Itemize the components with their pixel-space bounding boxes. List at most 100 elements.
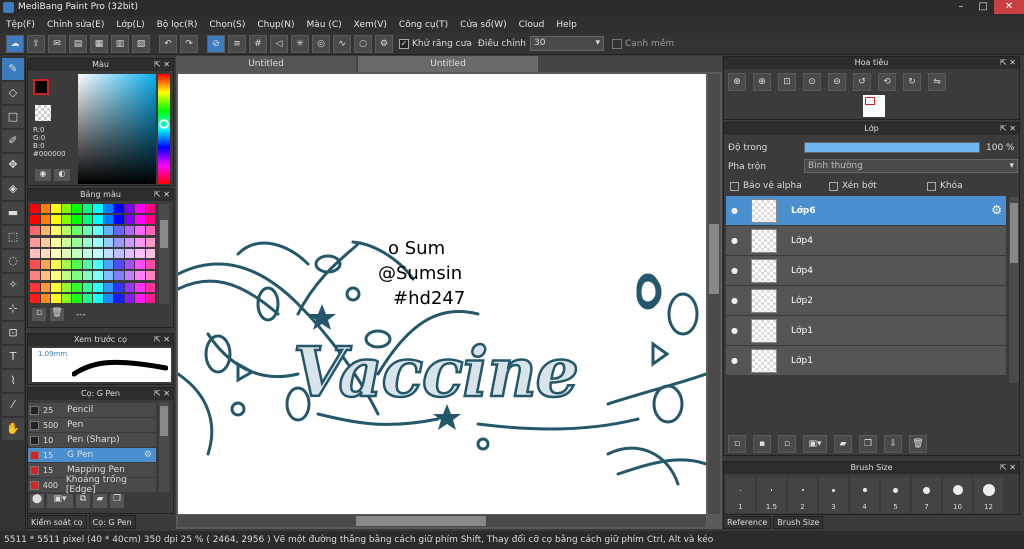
palette-swatch[interactable]: [72, 260, 82, 270]
undo-icon[interactable]: ↶: [159, 34, 177, 53]
divide-icon[interactable]: ⌇: [2, 370, 24, 392]
palette-swatch[interactable]: [61, 215, 71, 225]
new-layer-menu-icon[interactable]: ▣▾: [803, 435, 827, 453]
palette-swatch[interactable]: [51, 248, 61, 258]
protect-alpha-option[interactable]: Bảo vệ alpha: [730, 181, 802, 191]
menu-help[interactable]: Help: [556, 20, 577, 30]
palette-swatch[interactable]: [40, 215, 50, 225]
palette-swatch[interactable]: [145, 226, 155, 236]
palette-swatch[interactable]: [124, 226, 134, 236]
palette-swatch[interactable]: [103, 260, 113, 270]
transparent-swatch[interactable]: [35, 105, 51, 121]
rotate-reset-icon[interactable]: ⟲: [878, 73, 896, 91]
palette-swatch[interactable]: [145, 248, 155, 258]
palette-swatch[interactable]: [40, 248, 50, 258]
page-icon[interactable]: ▤: [69, 34, 87, 53]
zoom-fit-icon[interactable]: ⊕: [728, 73, 746, 91]
palette-swatch[interactable]: [124, 260, 134, 270]
cloud-icon[interactable]: ☁: [6, 34, 24, 53]
minimize-button[interactable]: –: [950, 0, 972, 14]
palette-add-icon[interactable]: ◉: [35, 169, 51, 181]
zoom-actual-icon[interactable]: ⊡: [778, 73, 796, 91]
menu-file[interactable]: Tệp(F): [6, 20, 35, 30]
palette-swatch[interactable]: [135, 215, 145, 225]
eraser-icon[interactable]: ◇: [2, 82, 24, 104]
hue-slider[interactable]: [158, 74, 170, 184]
primary-color-swatch[interactable]: [33, 79, 49, 95]
palette-swatch[interactable]: [124, 215, 134, 225]
close-icon[interactable]: ⇱ ✕: [154, 59, 170, 71]
select-eraser-icon[interactable]: ⊡: [2, 322, 24, 344]
lock-option[interactable]: Khóa: [927, 181, 963, 191]
snap-parallel-icon[interactable]: ≡: [228, 34, 246, 53]
folder-icon[interactable]: ▰: [834, 435, 852, 453]
new-8bit-layer-icon[interactable]: ▪: [753, 435, 771, 453]
tab-untitled-1[interactable]: Untitled: [176, 56, 356, 72]
move-icon[interactable]: ✥: [2, 154, 24, 176]
close-icon[interactable]: ⇱ ✕: [154, 388, 170, 400]
palette-swatch[interactable]: [30, 215, 40, 225]
palette-swatch[interactable]: [93, 260, 103, 270]
maximize-button[interactable]: □: [972, 0, 994, 14]
grid-icon[interactable]: ▥: [111, 34, 129, 53]
snap-circle-icon[interactable]: ◎: [312, 34, 330, 53]
palette-swatch[interactable]: [51, 237, 61, 247]
palette-swatch[interactable]: [103, 237, 113, 247]
palette-swatch[interactable]: [30, 248, 40, 258]
gear-icon[interactable]: ⚙: [144, 450, 152, 460]
palette-swatch[interactable]: [40, 271, 50, 281]
palette-swatch[interactable]: [30, 260, 40, 270]
palette-swatch[interactable]: [103, 248, 113, 258]
zoom-in-icon[interactable]: ⊕: [753, 73, 771, 91]
eye-icon[interactable]: ●: [731, 266, 741, 275]
brush-size-option[interactable]: 5: [881, 477, 910, 513]
table-icon[interactable]: ▧: [132, 34, 150, 53]
snap-curve-icon[interactable]: ∿: [333, 34, 351, 53]
menu-select[interactable]: Chọn(S): [209, 20, 245, 30]
palette-swatch[interactable]: [40, 260, 50, 270]
palette-swatch[interactable]: [61, 282, 71, 292]
bucket-icon[interactable]: ◈: [2, 178, 24, 200]
palette-swatch[interactable]: [103, 226, 113, 236]
eye-icon[interactable]: ●: [731, 236, 741, 245]
brush-size-option[interactable]: 3: [819, 477, 848, 513]
palette-swatch[interactable]: [114, 293, 124, 303]
palette-scrollbar[interactable]: [159, 204, 169, 304]
flip-icon[interactable]: ⇋: [928, 73, 946, 91]
palette-swatches[interactable]: [30, 204, 155, 304]
palette-swatch[interactable]: [40, 226, 50, 236]
palette-swatch[interactable]: [114, 260, 124, 270]
palette-swatch[interactable]: [103, 271, 113, 281]
palette-swatch[interactable]: [61, 204, 71, 213]
soft-edge-checkbox[interactable]: [611, 38, 622, 49]
menu-snap[interactable]: Chụp(N): [257, 20, 294, 30]
tab-reference[interactable]: Reference: [723, 516, 772, 529]
snap-radial-icon[interactable]: ✳: [291, 34, 309, 53]
zoom-reset-icon[interactable]: ⊙: [803, 73, 821, 91]
close-icon[interactable]: ⇱ ✕: [1000, 57, 1016, 69]
layer-row[interactable]: ● Lớp6 ⚙: [726, 196, 1006, 225]
palette-swatch[interactable]: [51, 271, 61, 281]
correction-select[interactable]: 30 ▾: [529, 36, 604, 51]
palette-swatch[interactable]: [72, 237, 82, 247]
palette-swatch[interactable]: [72, 215, 82, 225]
palette-swatch[interactable]: [30, 271, 40, 281]
clipping-option[interactable]: Xén bớt: [829, 181, 877, 191]
rotate-right-icon[interactable]: ↻: [903, 73, 921, 91]
layer-scrollbar[interactable]: [1009, 197, 1019, 383]
select-rect-icon[interactable]: ⬚: [2, 226, 24, 248]
palette-swatch[interactable]: [82, 260, 92, 270]
palette-swatch[interactable]: [61, 293, 71, 303]
palette-swatch[interactable]: [124, 237, 134, 247]
navigator-thumbnail[interactable]: [863, 95, 885, 117]
delete-layer-icon[interactable]: 🗑: [909, 435, 927, 453]
palette-swatch[interactable]: [124, 248, 134, 258]
brush-size-option[interactable]: 10: [943, 477, 972, 513]
antialias-checkbox[interactable]: ✓: [399, 38, 409, 49]
palette-swatch[interactable]: [82, 293, 92, 303]
comment-icon[interactable]: ✉: [48, 34, 66, 53]
duplicate-icon[interactable]: ❐: [110, 494, 124, 508]
palette-swatch[interactable]: [72, 293, 82, 303]
layout-icon[interactable]: ▦: [90, 34, 108, 53]
palette-swatch[interactable]: [135, 226, 145, 236]
